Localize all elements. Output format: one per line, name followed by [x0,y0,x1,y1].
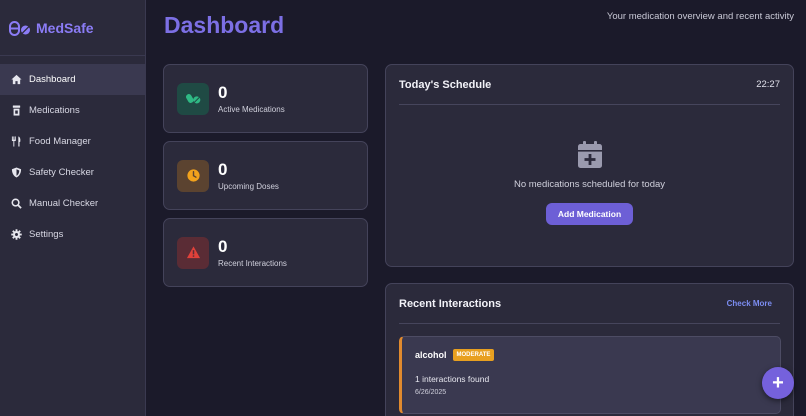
interaction-count: 1 interactions found [415,374,490,384]
pills-logo-icon [9,20,30,36]
severity-badge: MODERATE [452,349,495,361]
page-subtitle: Your medication overview and recent acti… [606,11,794,22]
page-title: Dashboard [164,12,285,38]
sidebar-item-label: Medications [29,105,80,116]
interaction-date: 6/26/2025 [415,389,447,396]
interaction-substance: alcohol [415,350,447,360]
sidebar-item-settings[interactable]: Settings [0,219,145,250]
stat-card-upcoming-doses[interactable]: 0 Upcoming Doses [163,141,368,210]
utensils-icon [10,136,22,148]
sidebar-item-medications[interactable]: Medications [0,95,145,126]
empty-schedule-text: No medications scheduled for today [513,179,666,190]
interaction-item[interactable]: alcohol MODERATE 1 interactions found 6/… [399,336,781,414]
plus-icon: + [772,372,784,394]
sidebar-nav: Dashboard Medications Food Manager Safet… [0,64,145,250]
sidebar-item-food-manager[interactable]: Food Manager [0,126,145,157]
sidebar-item-label: Food Manager [29,136,91,147]
add-medication-button[interactable]: Add Medication [546,203,633,225]
add-fab-button[interactable]: + [762,367,794,399]
search-icon [10,198,22,210]
warning-icon [177,236,209,269]
home-icon [10,74,22,86]
sidebar-item-safety-checker[interactable]: Safety Checker [0,157,145,188]
shield-icon [10,167,22,179]
sidebar-item-dashboard[interactable]: Dashboard [0,64,145,95]
sidebar-item-label: Safety Checker [29,167,94,178]
check-more-link[interactable]: Check More [727,299,772,308]
stat-value: 0 [218,237,228,256]
sidebar-item-label: Dashboard [29,74,76,85]
stat-label: Recent Interactions [218,259,287,268]
stat-value: 0 [218,83,228,102]
stat-value: 0 [218,160,228,179]
stat-label: Active Medications [218,105,285,114]
schedule-title: Today's Schedule [399,78,492,91]
stat-label: Upcoming Doses [218,182,279,191]
pill-bottle-icon [10,105,22,117]
sidebar-item-manual-checker[interactable]: Manual Checker [0,188,145,219]
pills-icon [177,82,209,115]
sidebar-item-label: Manual Checker [29,198,99,209]
calendar-plus-icon [577,141,602,168]
current-time: 22:27 [756,79,780,90]
schedule-panel: Today's Schedule 22:27 No medications sc… [385,64,794,267]
brand-name: MedSafe [36,19,94,36]
gear-icon [10,229,22,241]
interactions-panel: Recent Interactions Check More alcohol M… [385,283,794,416]
interactions-title: Recent Interactions [399,297,502,310]
brand[interactable]: MedSafe [0,0,145,56]
stat-card-active-medications[interactable]: 0 Active Medications [163,64,368,133]
sidebar: MedSafe Dashboard Medications Food Manag… [0,0,146,416]
stat-card-recent-interactions[interactable]: 0 Recent Interactions [163,218,368,287]
clock-icon [177,159,209,192]
sidebar-item-label: Settings [29,229,64,240]
